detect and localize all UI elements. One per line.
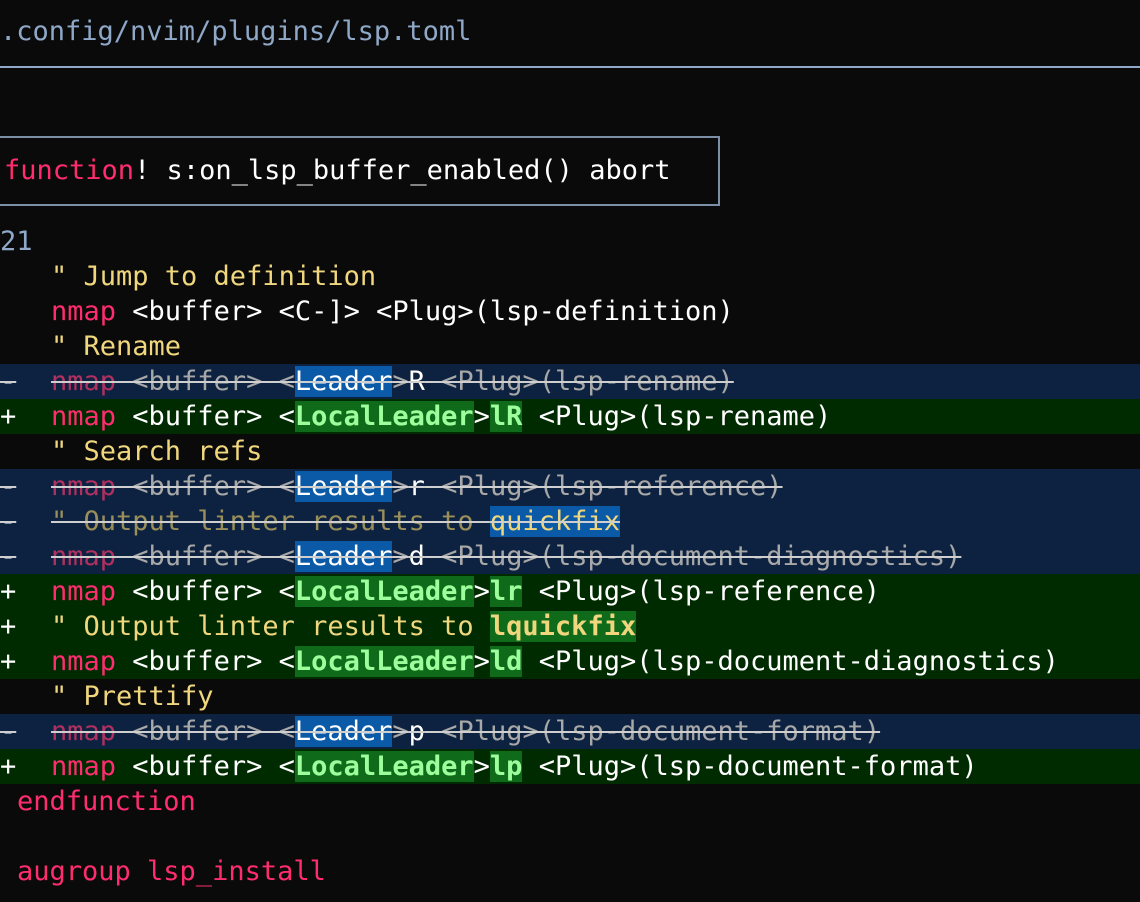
keyword-nmap: nmap [51, 751, 117, 782]
diff-sign: + [0, 646, 17, 677]
keyword-nmap: nmap [51, 576, 117, 607]
added-line: + nmap <buffer> <LocalLeader>lp <Plug>(ls… [0, 749, 1140, 784]
changed-text: LocalLeader [294, 751, 474, 782]
deleted-line: - nmap <buffer> <Leader>p <Plug>(lsp-docu… [0, 714, 1140, 749]
code-line: endfunction [0, 784, 1140, 819]
keyword-nmap: nmap [51, 541, 117, 572]
line-number: 21 [0, 226, 33, 257]
key-text: p [408, 716, 425, 747]
code-line: " Jump to definition [0, 259, 1140, 294]
key-text: lp [489, 751, 523, 782]
added-line: + nmap <buffer> <LocalLeader>lr <Plug>(ls… [0, 574, 1140, 609]
comment-text: " Jump to definition [51, 261, 377, 292]
code-line: nmap <buffer> <C-]> <Plug>(lsp-definitio… [0, 294, 1140, 329]
keyword-nmap: nmap [51, 401, 117, 432]
diff-sign: + [0, 611, 17, 642]
keyword-nmap: nmap [51, 366, 117, 397]
changed-text: quickfix [489, 506, 620, 537]
keyword-nmap: nmap [51, 646, 117, 677]
changed-text: Leader [294, 716, 393, 747]
key-text: lr [489, 576, 523, 607]
hunk-header[interactable]: function! s:on_lsp_buffer_enabled() abor… [0, 136, 720, 206]
endfunction-keyword: endfunction [17, 786, 196, 817]
changed-text: LocalLeader [294, 576, 474, 607]
deleted-line: - nmap <buffer> <Leader>d <Plug>(lsp-docu… [0, 539, 1140, 574]
code-line: " Search refs [0, 434, 1140, 469]
changed-text: Leader [294, 541, 393, 572]
diff-sign: - [0, 716, 17, 747]
diff-sign: - [0, 541, 17, 572]
code-text: <buffer> <C-]> <Plug>(lsp-definition) [116, 296, 734, 327]
key-text: lR [489, 401, 523, 432]
hunk-keyword: function [4, 155, 135, 186]
changed-text: LocalLeader [294, 646, 474, 677]
changed-text: LocalLeader [294, 401, 474, 432]
deleted-line: - nmap <buffer> <Leader>r <Plug>(lsp-refe… [0, 469, 1140, 504]
key-text: r [408, 471, 425, 502]
key-text: ld [489, 646, 523, 677]
diff-sign: + [0, 751, 17, 782]
comment-text: " Search refs [51, 436, 263, 467]
deleted-line: - " Output linter results to quickfix [0, 504, 1140, 539]
added-line: + nmap <buffer> <LocalLeader>ld <Plug>(ls… [0, 644, 1140, 679]
key-text: d [408, 541, 425, 572]
changed-text: lquickfix [489, 611, 637, 642]
diff-sign: - [0, 506, 17, 537]
code-line: " Prettify [0, 679, 1140, 714]
keyword-nmap: nmap [51, 296, 117, 327]
keyword-nmap: nmap [51, 716, 117, 747]
added-line: + nmap <buffer> <LocalLeader>lR <Plug>(ls… [0, 399, 1140, 434]
augroup-line: augroup lsp_install [17, 856, 326, 887]
comment-text: " Output linter results to [51, 611, 490, 642]
added-line: + " Output linter results to lquickfix [0, 609, 1140, 644]
diff-sign: + [0, 401, 17, 432]
code-line: " Rename [0, 329, 1140, 364]
file-path: .config/nvim/plugins/lsp.toml [0, 16, 472, 47]
diff-sign: + [0, 576, 17, 607]
keyword-nmap: nmap [51, 471, 117, 502]
deleted-line: - nmap <buffer> <Leader>R <Plug>(lsp-rena… [0, 364, 1140, 399]
diff-code-view: " Jump to definition nmap <buffer> <C-]>… [0, 259, 1140, 889]
changed-text: Leader [294, 471, 393, 502]
diff-sign: - [0, 471, 17, 502]
key-text: R [408, 366, 425, 397]
comment-text: " Output linter results to [51, 506, 490, 537]
changed-text: Leader [294, 366, 393, 397]
path-divider [0, 66, 1140, 68]
hunk-signature: ! s:on_lsp_buffer_enabled() abort [134, 155, 671, 186]
comment-text: " Rename [51, 331, 182, 362]
diff-sign: - [0, 366, 17, 397]
comment-text: " Prettify [51, 681, 214, 712]
code-line: augroup lsp_install [0, 854, 1140, 889]
